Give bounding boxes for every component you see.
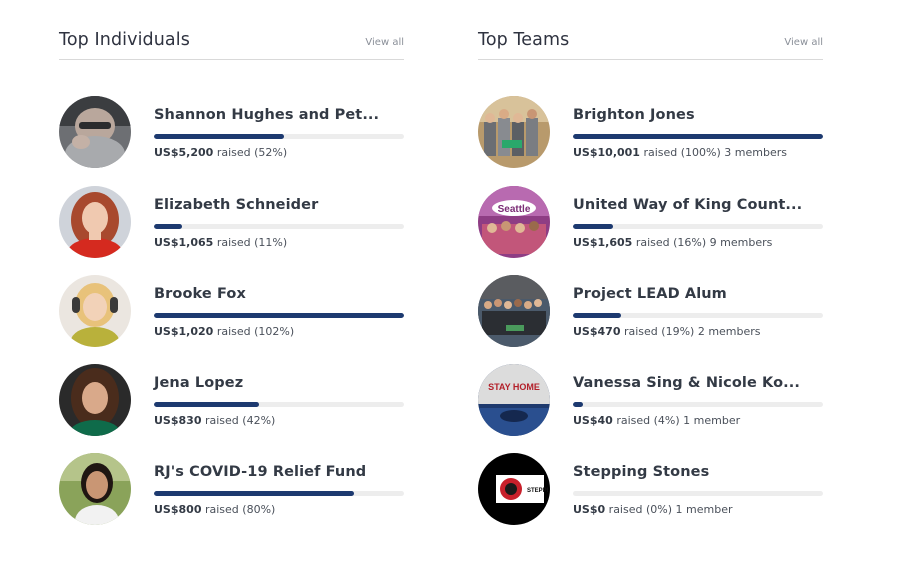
progress-bar — [573, 134, 823, 139]
team-name[interactable]: Stepping Stones — [573, 464, 709, 480]
progress-fill — [573, 402, 583, 407]
raised-stats: US$1,065 raised (11%) — [154, 236, 287, 249]
raised-percent: raised (102%) — [216, 325, 295, 338]
progress-bar — [154, 491, 404, 496]
progress-bar — [573, 402, 823, 407]
member-count: 3 members — [724, 146, 787, 159]
avatar[interactable] — [59, 453, 131, 525]
raised-amount: US$1,065 — [154, 236, 214, 249]
avatar[interactable] — [478, 96, 550, 168]
raised-amount: US$40 — [573, 414, 613, 427]
raised-percent: raised (11%) — [216, 236, 288, 249]
raised-percent: raised (100%) — [643, 146, 721, 159]
individual-name[interactable]: Shannon Hughes and Pet... — [154, 107, 379, 123]
section-header: Top Individuals View all — [59, 28, 404, 60]
progress-fill — [154, 313, 404, 318]
individual-name[interactable]: Brooke Fox — [154, 286, 246, 302]
raised-amount: US$470 — [573, 325, 621, 338]
team-name[interactable]: Project LEAD Alum — [573, 286, 727, 302]
raised-stats: US$1,605 raised (16%) 9 members — [573, 236, 772, 249]
raised-percent: raised (42%) — [204, 414, 276, 427]
member-count: 9 members — [709, 236, 773, 249]
avatar[interactable] — [59, 275, 131, 347]
raised-amount: US$830 — [154, 414, 202, 427]
team-row[interactable]: Brighton Jones US$10,001 raised (100%) 3… — [478, 96, 823, 168]
individual-row[interactable]: Jena Lopez US$830 raised (42%) — [59, 364, 404, 436]
avatar[interactable]: STEPPI — [478, 453, 550, 525]
raised-stats: US$1,020 raised (102%) — [154, 325, 294, 338]
progress-fill — [154, 224, 182, 229]
team-row[interactable]: STAY HOME Vanessa Sing & Nicole Ko... US… — [478, 364, 823, 436]
section-header: Top Teams View all — [478, 28, 823, 60]
avatar-sign-text: STAY HOME — [488, 382, 540, 392]
view-all-teams-link[interactable]: View all — [784, 37, 823, 48]
member-count: 1 member — [683, 414, 741, 427]
avatar[interactable]: Seattle — [478, 186, 550, 258]
raised-stats: US$10,001 raised (100%) 3 members — [573, 146, 787, 159]
raised-amount: US$800 — [154, 503, 202, 516]
individual-row[interactable]: RJ's COVID-19 Relief Fund US$800 raised … — [59, 453, 404, 525]
top-individuals-section: Top Individuals View all Shannon Hughes … — [59, 28, 404, 525]
raised-stats: US$0 raised (0%) 1 member — [573, 503, 732, 516]
raised-percent: raised (19%) — [623, 325, 695, 338]
raised-amount: US$10,001 — [573, 146, 640, 159]
raised-percent: raised (16%) — [635, 236, 707, 249]
team-name[interactable]: United Way of King Count... — [573, 197, 802, 213]
avatar[interactable] — [59, 186, 131, 258]
progress-fill — [573, 134, 823, 139]
raised-percent: raised (80%) — [204, 503, 276, 516]
team-name[interactable]: Brighton Jones — [573, 107, 695, 123]
progress-bar — [573, 491, 823, 496]
raised-stats: US$40 raised (4%) 1 member — [573, 414, 740, 427]
individual-name[interactable]: Jena Lopez — [154, 375, 243, 391]
progress-fill — [154, 491, 354, 496]
raised-stats: US$470 raised (19%) 2 members — [573, 325, 761, 338]
raised-amount: US$0 — [573, 503, 606, 516]
progress-bar — [573, 224, 823, 229]
top-teams-section: Top Teams View all Brighton Jones US$10,… — [478, 28, 823, 525]
progress-bar — [154, 402, 404, 407]
progress-fill — [573, 313, 621, 318]
raised-percent: raised (4%) — [616, 414, 680, 427]
avatar-sign-text: Seattle — [498, 204, 531, 215]
avatar-logo-text: STEPPI — [527, 488, 549, 494]
section-title: Top Individuals — [59, 30, 190, 50]
raised-amount: US$1,605 — [573, 236, 633, 249]
raised-amount: US$5,200 — [154, 146, 214, 159]
raised-percent: raised (52%) — [216, 146, 288, 159]
avatar[interactable] — [59, 96, 131, 168]
progress-bar — [154, 134, 404, 139]
raised-stats: US$5,200 raised (52%) — [154, 146, 287, 159]
raised-percent: raised (0%) — [608, 503, 673, 516]
individual-row[interactable]: Elizabeth Schneider US$1,065 raised (11%… — [59, 186, 404, 258]
individual-name[interactable]: Elizabeth Schneider — [154, 197, 318, 213]
raised-stats: US$800 raised (80%) — [154, 503, 275, 516]
team-row[interactable]: Project LEAD Alum US$470 raised (19%) 2 … — [478, 275, 823, 347]
team-row[interactable]: Seattle United Way of King Count... US$1… — [478, 186, 823, 258]
team-name[interactable]: Vanessa Sing & Nicole Ko... — [573, 375, 800, 391]
avatar[interactable]: STAY HOME — [478, 364, 550, 436]
individual-name[interactable]: RJ's COVID-19 Relief Fund — [154, 464, 366, 480]
progress-fill — [154, 402, 259, 407]
raised-stats: US$830 raised (42%) — [154, 414, 275, 427]
member-count: 1 member — [675, 503, 733, 516]
raised-amount: US$1,020 — [154, 325, 214, 338]
progress-fill — [573, 224, 613, 229]
progress-bar — [154, 313, 404, 318]
member-count: 2 members — [697, 325, 761, 338]
avatar[interactable] — [478, 275, 550, 347]
progress-bar — [573, 313, 823, 318]
individual-row[interactable]: Brooke Fox US$1,020 raised (102%) — [59, 275, 404, 347]
individual-row[interactable]: Shannon Hughes and Pet... US$5,200 raise… — [59, 96, 404, 168]
progress-fill — [154, 134, 284, 139]
team-row[interactable]: STEPPI Stepping Stones US$0 raised (0%) … — [478, 453, 823, 525]
progress-bar — [154, 224, 404, 229]
view-all-individuals-link[interactable]: View all — [365, 37, 404, 48]
section-title: Top Teams — [478, 30, 570, 50]
avatar[interactable] — [59, 364, 131, 436]
